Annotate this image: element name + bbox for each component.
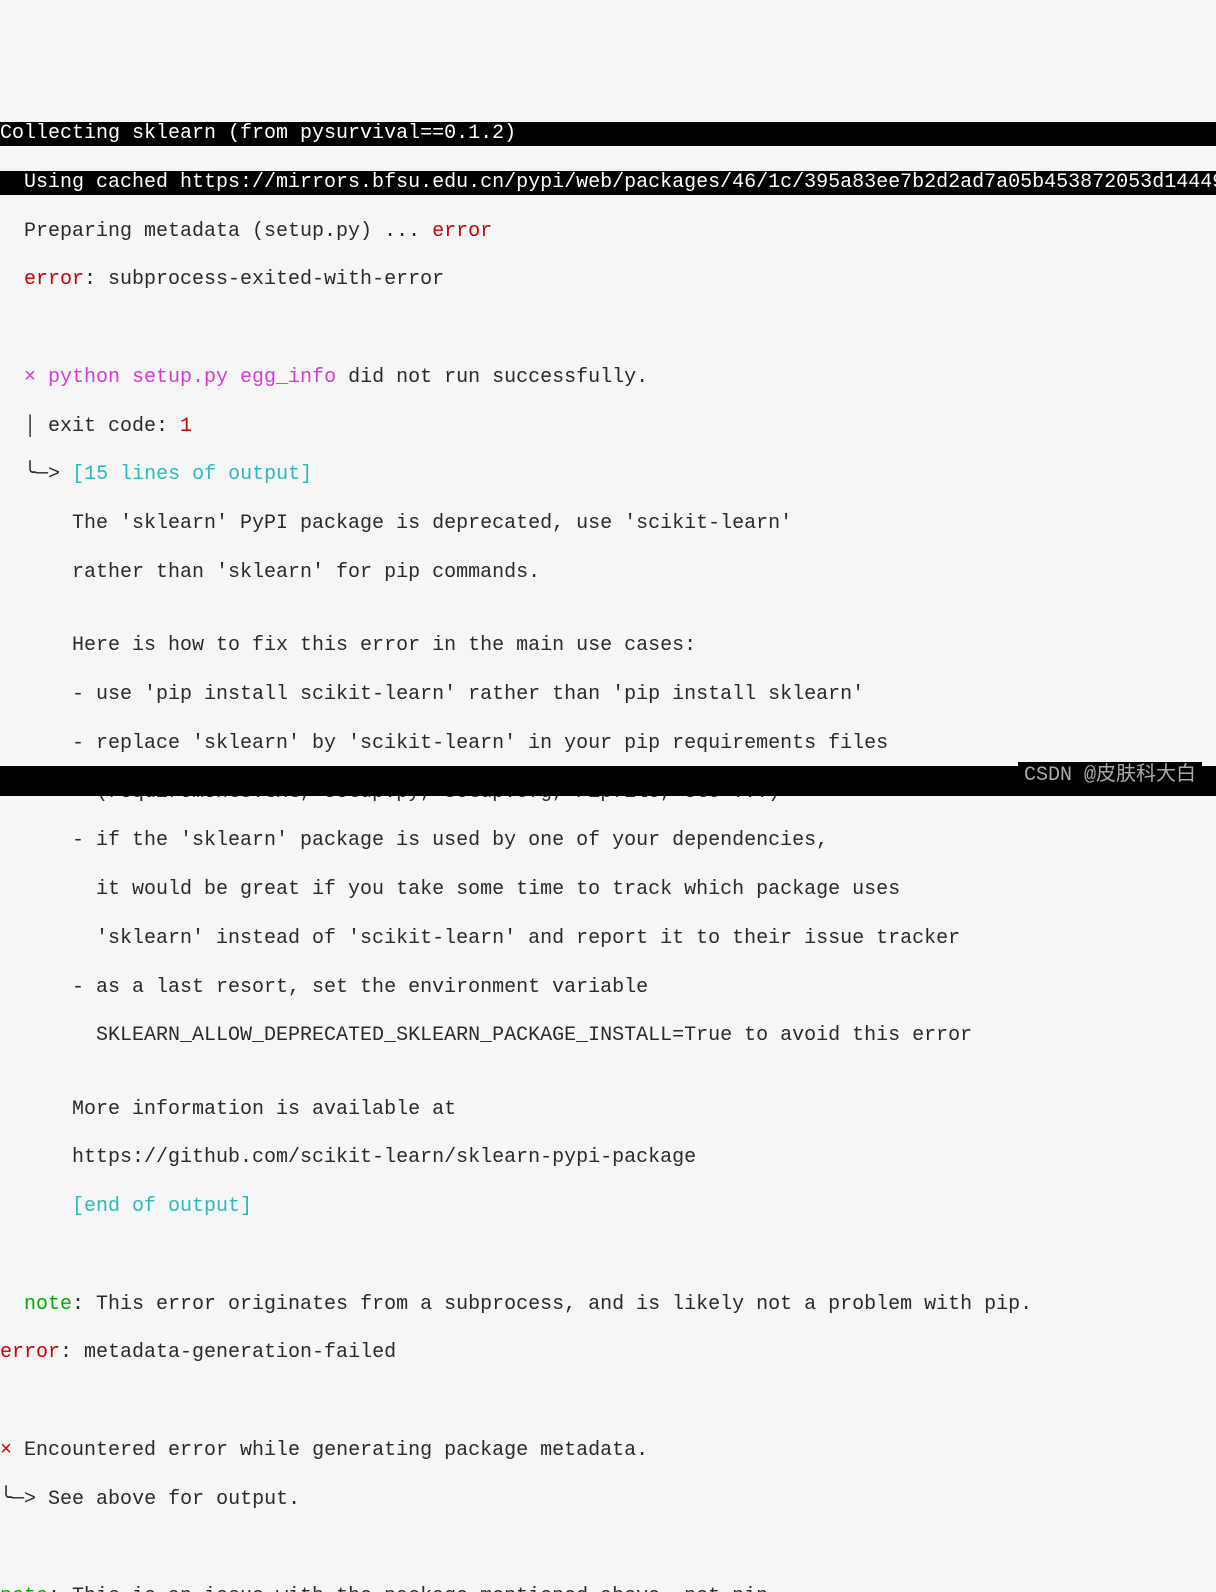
did-not-run: did not run successfully. [336, 366, 648, 389]
body-10: - as a last resort, set the environment … [0, 976, 1216, 1000]
error2-label: error [0, 1341, 60, 1364]
body-9: 'sklearn' instead of 'scikit-learn' and … [0, 927, 1216, 951]
watermark: CSDN @皮肤科大白 [1018, 762, 1202, 790]
body-11: SKLEARN_ALLOW_DEPRECATED_SKLEARN_PACKAGE… [0, 1024, 1216, 1048]
error2-line: error: metadata-generation-failed [0, 1341, 1216, 1365]
body-13: More information is available at [0, 1098, 1216, 1122]
cross-icon: × [0, 366, 36, 389]
arrow2-char: ╰─> [0, 1488, 36, 1511]
note2-text: : This is an issue with the package ment… [48, 1585, 780, 1592]
exit-code-value: 1 [180, 415, 192, 438]
preparing-line: Preparing metadata (setup.py) ... error [0, 220, 1216, 244]
note1-text: : This error originates from a subproces… [72, 1293, 1032, 1316]
body-8: it would be great if you take some time … [0, 878, 1216, 902]
exit-code-label: exit code: [36, 415, 180, 438]
pipe-char: │ [0, 415, 36, 438]
error-label: error [0, 268, 84, 291]
body-14: https://github.com/scikit-learn/sklearn-… [0, 1146, 1216, 1170]
blank-4 [0, 1537, 1216, 1561]
blank-1 [0, 317, 1216, 341]
cross-line: × python setup.py egg_info did not run s… [0, 366, 1216, 390]
note1-label: note [0, 1293, 72, 1316]
arrow-line: ╰─> [15 lines of output] [0, 463, 1216, 487]
cached-line: Using cached https://mirrors.bfsu.edu.cn… [0, 171, 1216, 195]
body-3: Here is how to fix this error in the mai… [0, 634, 1216, 658]
body-7: - if the 'sklearn' package is used by on… [0, 829, 1216, 853]
body-1: rather than 'sklearn' for pip commands. [0, 561, 1216, 585]
body-4: - use 'pip install scikit-learn' rather … [0, 683, 1216, 707]
body-0: The 'sklearn' PyPI package is deprecated… [0, 512, 1216, 536]
exit-code-line: │ exit code: 1 [0, 415, 1216, 439]
end-output: [end of output] [0, 1195, 1216, 1219]
lines-output: [15 lines of output] [60, 463, 312, 486]
collecting-line: Collecting sklearn (from pysurvival==0.1… [0, 122, 1216, 146]
encountered-text: Encountered error while generating packa… [12, 1439, 648, 1462]
blank-2 [0, 1244, 1216, 1268]
note2-line: note: This is an issue with the package … [0, 1585, 1216, 1592]
error-line: error: subprocess-exited-with-error [0, 268, 1216, 292]
arrow2-line: ╰─> See above for output. [0, 1488, 1216, 1512]
collecting-text: Collecting sklearn (from pysurvival==0.1… [0, 122, 516, 145]
cached-text: Using cached https://mirrors.bfsu.edu.cn… [0, 171, 1216, 194]
python-cmd: python setup.py egg_info [36, 366, 336, 389]
note1-line: note: This error originates from a subpr… [0, 1293, 1216, 1317]
terminal-output: Collecting sklearn (from pysurvival==0.1… [0, 98, 1216, 1592]
preparing-error: error [432, 220, 492, 243]
see-above-text: See above for output. [36, 1488, 300, 1511]
blank-3 [0, 1390, 1216, 1414]
end-output-text: [end of output] [0, 1195, 252, 1218]
error-msg: : subprocess-exited-with-error [84, 268, 444, 291]
body-5: - replace 'sklearn' by 'scikit-learn' in… [0, 732, 1216, 756]
preparing-text: Preparing metadata (setup.py) ... [0, 220, 432, 243]
error2-text: : metadata-generation-failed [60, 1341, 396, 1364]
cross2-icon: × [0, 1439, 12, 1462]
arrow-char: ╰─> [0, 463, 60, 486]
note2-label: note [0, 1585, 48, 1592]
cross2-line: × Encountered error while generating pac… [0, 1439, 1216, 1463]
